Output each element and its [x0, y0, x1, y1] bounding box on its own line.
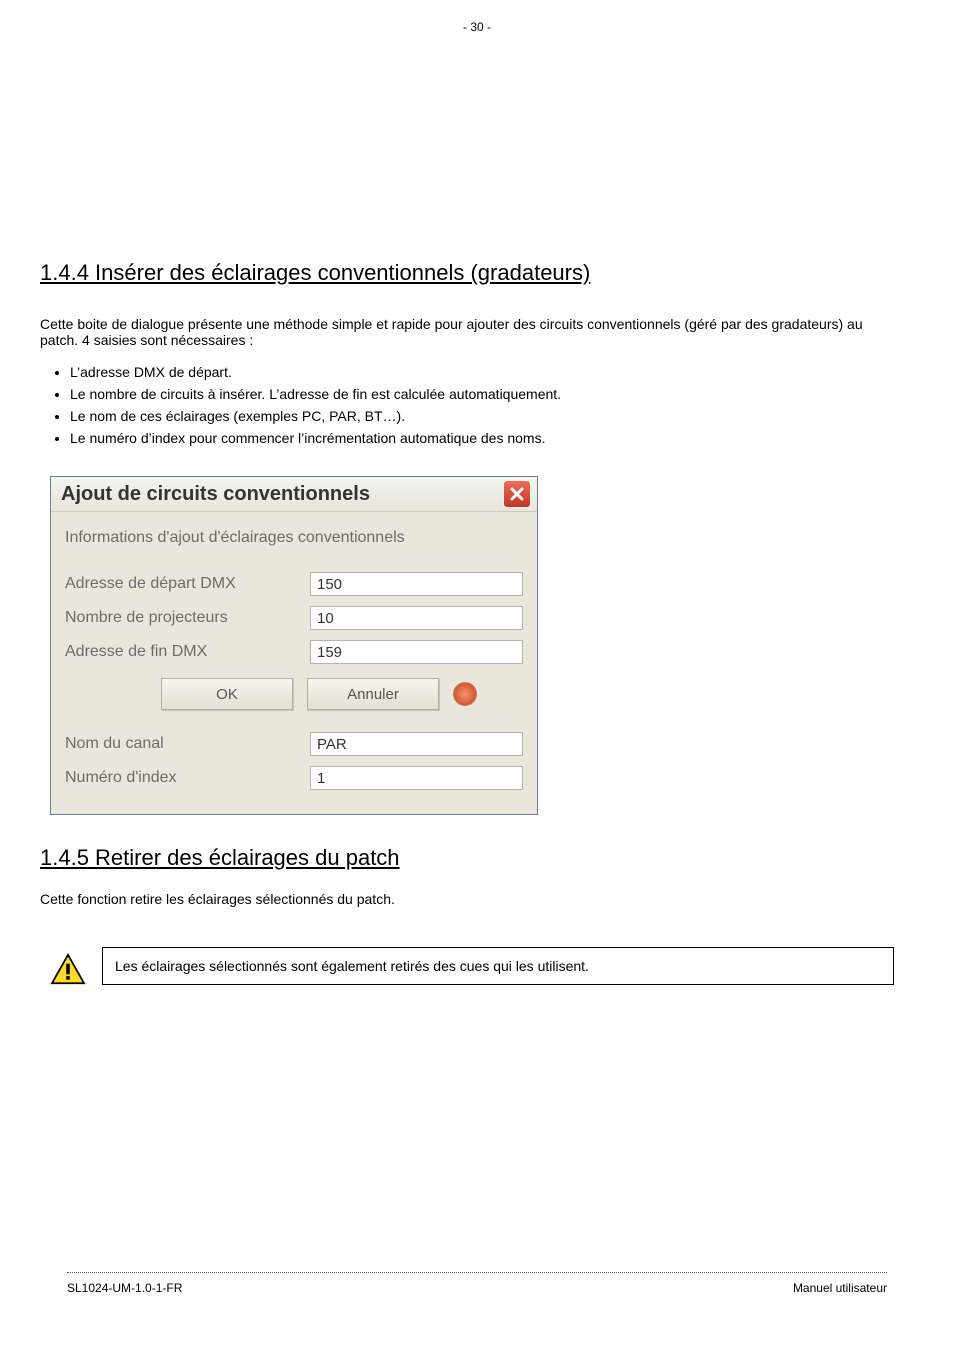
para-remove: Cette fonction retire les éclairages sél… — [40, 891, 894, 907]
list-item: L’adresse DMX de départ. — [70, 364, 894, 380]
list-item: Le nom de ces éclairages (exemples PC, P… — [70, 408, 894, 424]
input-channel-name[interactable] — [310, 732, 523, 756]
list-item: Le nombre de circuits à insérer. L’adres… — [70, 386, 894, 402]
intro-paragraph: Cette boite de dialogue présente une mét… — [40, 316, 894, 348]
label-end-address: Adresse de fin DMX — [65, 643, 310, 661]
section-heading-2: 1.4.5 Retirer des éclairages du patch — [40, 845, 894, 871]
warning-icon — [50, 953, 86, 985]
page-number: - 30 - — [463, 20, 491, 34]
label-channel-name: Nom du canal — [65, 735, 310, 753]
label-start-address: Adresse de départ DMX — [65, 575, 310, 593]
label-index-number: Numéro d'index — [65, 769, 310, 787]
ok-button[interactable]: OK — [161, 678, 293, 710]
input-end-address[interactable] — [310, 640, 523, 664]
input-start-address[interactable] — [310, 572, 523, 596]
page-footer: SL1024-UM-1.0-1-FR Manuel utilisateur — [0, 1272, 954, 1295]
footer-right: Manuel utilisateur — [793, 1281, 887, 1295]
list-item: Le numéro d’index pour commencer l’incré… — [70, 430, 894, 446]
label-count: Nombre de projecteurs — [65, 609, 310, 627]
bullet-list: L’adresse DMX de départ. Le nombre de ci… — [50, 364, 894, 446]
section-heading-1: 1.4.4 Insérer des éclairages conventionn… — [40, 260, 894, 286]
dialog-add-conventional-circuits: Ajout de circuits conventionnels Informa… — [50, 476, 538, 815]
footer-left: SL1024-UM-1.0-1-FR — [67, 1281, 182, 1295]
input-index-number[interactable] — [310, 766, 523, 790]
dialog-title: Ajout de circuits conventionnels — [61, 483, 370, 506]
input-count[interactable] — [310, 606, 523, 630]
cancel-button[interactable]: Annuler — [307, 678, 439, 710]
notice-text: Les éclairages sélectionnés sont égaleme… — [102, 947, 894, 985]
dialog-intro-text: Informations d'ajout d'éclairages conven… — [65, 528, 523, 548]
close-icon — [509, 486, 525, 502]
decorative-icon — [453, 682, 477, 706]
dialog-body: Informations d'ajout d'éclairages conven… — [51, 512, 537, 814]
notice: Les éclairages sélectionnés sont égaleme… — [50, 947, 894, 985]
dialog-titlebar: Ajout de circuits conventionnels — [51, 477, 537, 512]
close-button[interactable] — [503, 480, 531, 508]
